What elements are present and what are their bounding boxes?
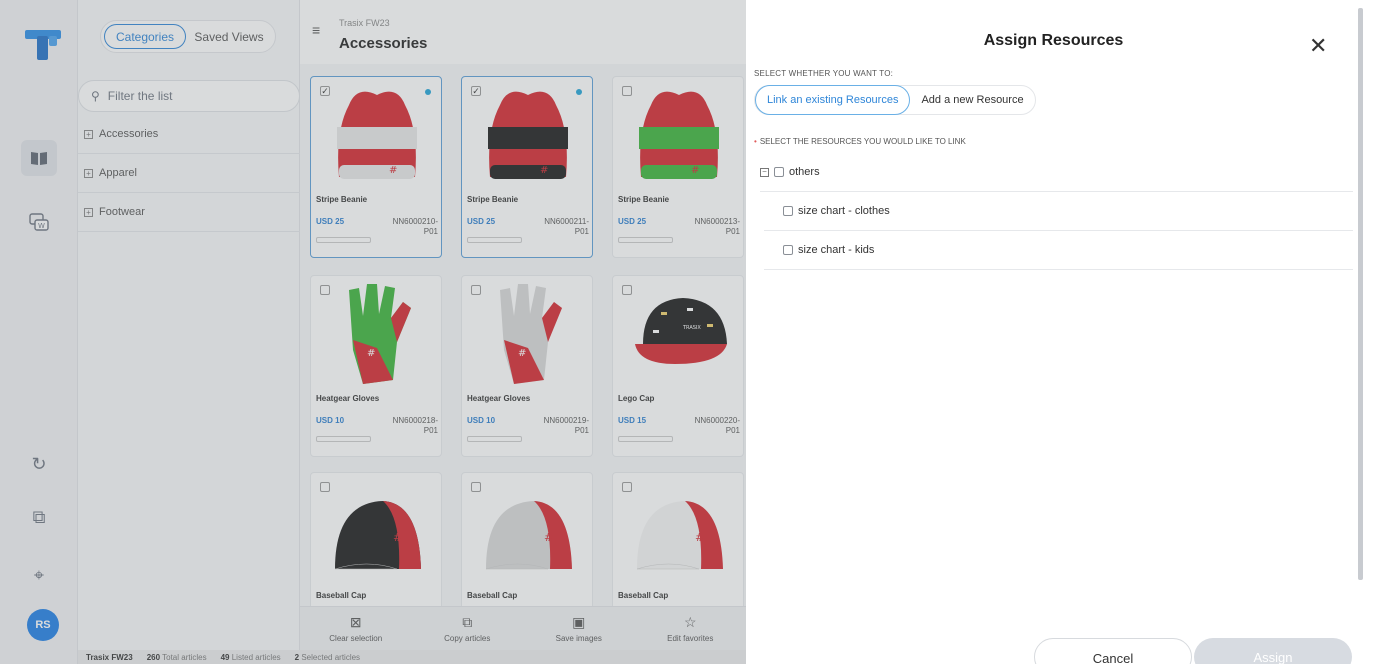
modal-title: Assign Resources xyxy=(983,32,1124,49)
tree-item: size chart - kids xyxy=(764,231,1353,270)
assign-button[interactable]: Assign xyxy=(1194,638,1352,664)
mode-question: SELECT WHETHER YOU WANT TO: xyxy=(754,69,894,78)
cancel-button[interactable]: Cancel xyxy=(1034,638,1192,664)
resource-label: size chart - clothes xyxy=(798,205,890,217)
group-checkbox[interactable] xyxy=(774,167,784,177)
resources-question-text: SELECT THE RESOURCES YOU WOULD LIKE TO L… xyxy=(759,137,966,146)
resource-tree: − others size chart - clothes size chart… xyxy=(760,153,1353,270)
scrollbar[interactable] xyxy=(1358,8,1363,580)
close-icon[interactable]: ✕ xyxy=(1309,35,1327,57)
modal-backdrop[interactable] xyxy=(0,0,746,664)
required-marker: • xyxy=(754,137,757,146)
resource-checkbox[interactable] xyxy=(783,206,793,216)
mode-toggle: Link an existing Resources Add a new Res… xyxy=(754,85,1036,115)
tree-group-others: − others xyxy=(760,153,1353,192)
app-window: W ↻ ⧉ ⌖ RS Categories Saved Views ⚲ Filt… xyxy=(0,0,1373,664)
link-existing-option[interactable]: Link an existing Resources xyxy=(755,85,911,115)
collapse-icon[interactable]: − xyxy=(760,167,769,177)
assign-resources-modal: Assign Resources ✕ SELECT WHETHER YOU WA… xyxy=(746,8,1367,664)
group-label: others xyxy=(789,166,820,178)
resource-label: size chart - kids xyxy=(798,244,875,256)
resources-question: • SELECT THE RESOURCES YOU WOULD LIKE TO … xyxy=(754,137,966,146)
tree-item: size chart - clothes xyxy=(764,192,1353,231)
resource-checkbox[interactable] xyxy=(783,245,793,255)
add-new-option[interactable]: Add a new Resource xyxy=(910,85,1034,115)
